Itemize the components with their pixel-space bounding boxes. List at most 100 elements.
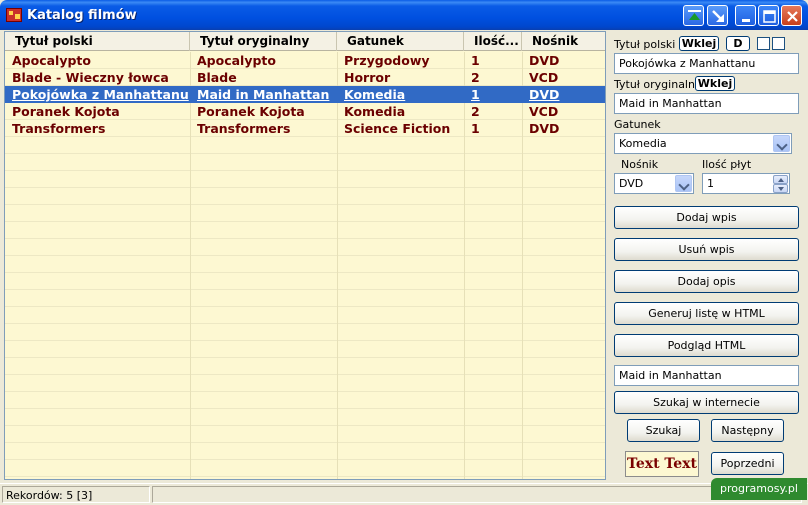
cell-medium[interactable]: DVD [522, 52, 605, 69]
preview-html-button[interactable]: Podgląd HTML [614, 334, 799, 357]
cell-disc-count[interactable]: 1 [464, 52, 522, 69]
medium-select[interactable]: DVD [614, 173, 694, 194]
grid-body[interactable]: Apocalypto Apocalypto Przygodowy 1 DVD Blade … [5, 52, 605, 479]
record-count-status: Rekordów: 5 [3] [2, 486, 150, 503]
cell-disc-count[interactable]: 1 [464, 120, 522, 137]
cell-original-title[interactable]: Apocalypto [190, 52, 337, 69]
close-button[interactable] [781, 5, 802, 26]
grid-row-line [5, 187, 605, 188]
cell-disc-count[interactable]: 2 [464, 103, 522, 120]
disc-count-label: Ilość płyt [702, 158, 752, 171]
cell-genre[interactable]: Komedia [337, 103, 464, 120]
grid-row-line [5, 340, 605, 341]
grid-row-line [5, 425, 605, 426]
genre-value: Komedia [619, 137, 667, 150]
option-checkbox-2[interactable] [772, 37, 785, 50]
grid-row-line [5, 323, 605, 324]
grid-row-line [5, 374, 605, 375]
option-checkbox-1[interactable] [757, 37, 770, 50]
cell-medium[interactable]: DVD [522, 120, 605, 137]
cell-original-title[interactable]: Maid in Manhattan [190, 86, 337, 103]
genre-select[interactable]: Komedia [614, 133, 792, 154]
table-row[interactable]: Poranek Kojota Poranek Kojota Komedia 2 VCD [5, 103, 605, 120]
cell-medium[interactable]: VCD [522, 103, 605, 120]
minimize-icon [742, 19, 750, 22]
cell-genre[interactable]: Komedia [337, 86, 464, 103]
original-title-input[interactable]: Maid in Manhattan [614, 93, 799, 114]
window-title: Katalog filmów [27, 8, 137, 23]
cell-original-title[interactable]: Blade [190, 69, 337, 86]
grid-row-line [5, 272, 605, 273]
cell-genre[interactable]: Przygodowy [337, 52, 464, 69]
paste-polish-title-button[interactable]: Wklej [679, 36, 719, 51]
col-head-genre[interactable]: Gatunek [337, 32, 464, 51]
grid-row-line [5, 289, 605, 290]
cell-polish-title[interactable]: Transformers [5, 120, 190, 137]
cell-original-title[interactable]: Poranek Kojota [190, 103, 337, 120]
roll-up-button[interactable] [707, 5, 728, 26]
medium-label: Nośnik [621, 158, 659, 171]
cell-polish-title[interactable]: Pokojówka z Manhattanu [5, 86, 190, 103]
grid-header: Tytuł polski Tytuł oryginalny Gatunek Il… [5, 32, 605, 51]
paste-original-title-button[interactable]: Wklej [695, 76, 735, 91]
maximize-button[interactable] [758, 5, 779, 26]
grid-row-line [5, 238, 605, 239]
grid-row-line [5, 476, 605, 477]
add-entry-button[interactable]: Dodaj wpis [614, 206, 799, 229]
cell-polish-title[interactable]: Poranek Kojota [5, 103, 190, 120]
genre-label: Gatunek [614, 118, 661, 131]
col-head-disc-count[interactable]: Ilość... [464, 32, 522, 51]
previous-button[interactable]: Poprzedni [711, 452, 784, 475]
polish-title-input[interactable]: Pokojówka z Manhattanu [614, 53, 799, 74]
table-row[interactable]: Pokojówka z Manhattanu Maid in Manhattan K… [5, 86, 605, 103]
minimize-button[interactable] [735, 5, 756, 26]
chevron-down-icon[interactable] [773, 135, 790, 152]
search-input[interactable]: Maid in Manhattan [614, 365, 799, 386]
col-head-polish-title[interactable]: Tytuł polski [5, 32, 190, 51]
next-button[interactable]: Następny [711, 419, 784, 442]
cell-medium[interactable]: VCD [522, 69, 605, 86]
status-bar: Rekordów: 5 [3] [0, 483, 808, 505]
maximize-icon [763, 10, 776, 23]
cell-polish-title[interactable]: Blade - Wieczny łowca [5, 69, 190, 86]
d-button[interactable]: D [726, 36, 750, 51]
grid-row-line [5, 170, 605, 171]
cell-genre[interactable]: Horror [337, 69, 464, 86]
spin-down-icon[interactable] [773, 184, 788, 193]
grid-row-line [5, 153, 605, 154]
search-web-button[interactable]: Szukaj w internecie [614, 391, 799, 414]
table-row[interactable]: Transformers Transformers Science Fiction 1… [5, 120, 605, 137]
polish-title-label: Tytuł polski [614, 38, 676, 51]
cell-medium[interactable]: DVD [522, 86, 605, 103]
original-title-label: Tytuł oryginalny [614, 78, 702, 91]
close-icon [787, 11, 798, 22]
grid-row-line [5, 306, 605, 307]
watermark-logo: programosy.pl [711, 478, 807, 500]
grid-row-line [5, 391, 605, 392]
app-film-icon [6, 8, 22, 22]
text-sample-label: Text Text [625, 451, 699, 477]
generate-html-button[interactable]: Generuj listę w HTML [614, 302, 799, 325]
col-head-original-title[interactable]: Tytuł oryginalny [190, 32, 337, 51]
cell-original-title[interactable]: Transformers [190, 120, 337, 137]
grid-row-line [5, 357, 605, 358]
medium-value: DVD [619, 177, 644, 190]
cell-disc-count[interactable]: 1 [464, 86, 522, 103]
title-bar[interactable]: Katalog filmów [0, 0, 808, 30]
chevron-down-icon[interactable] [675, 175, 692, 192]
stay-on-top-button[interactable] [683, 5, 704, 26]
add-description-button[interactable]: Dodaj opis [614, 270, 799, 293]
disc-count-stepper[interactable]: 1 [702, 173, 790, 194]
cell-polish-title[interactable]: Apocalypto [5, 52, 190, 69]
cell-genre[interactable]: Science Fiction [337, 120, 464, 137]
table-row[interactable]: Apocalypto Apocalypto Przygodowy 1 DVD [5, 52, 605, 69]
cell-disc-count[interactable]: 2 [464, 69, 522, 86]
movie-grid[interactable]: Tytuł polski Tytuł oryginalny Gatunek Il… [4, 31, 606, 480]
spin-up-icon[interactable] [773, 175, 788, 184]
col-head-medium[interactable]: Nośnik [522, 32, 605, 51]
grid-row-line [5, 442, 605, 443]
arrow-down-right-icon [712, 10, 724, 22]
search-button[interactable]: Szukaj [627, 419, 700, 442]
table-row[interactable]: Blade - Wieczny łowca Blade Horror 2 VCD [5, 69, 605, 86]
delete-entry-button[interactable]: Usuń wpis [614, 238, 799, 261]
